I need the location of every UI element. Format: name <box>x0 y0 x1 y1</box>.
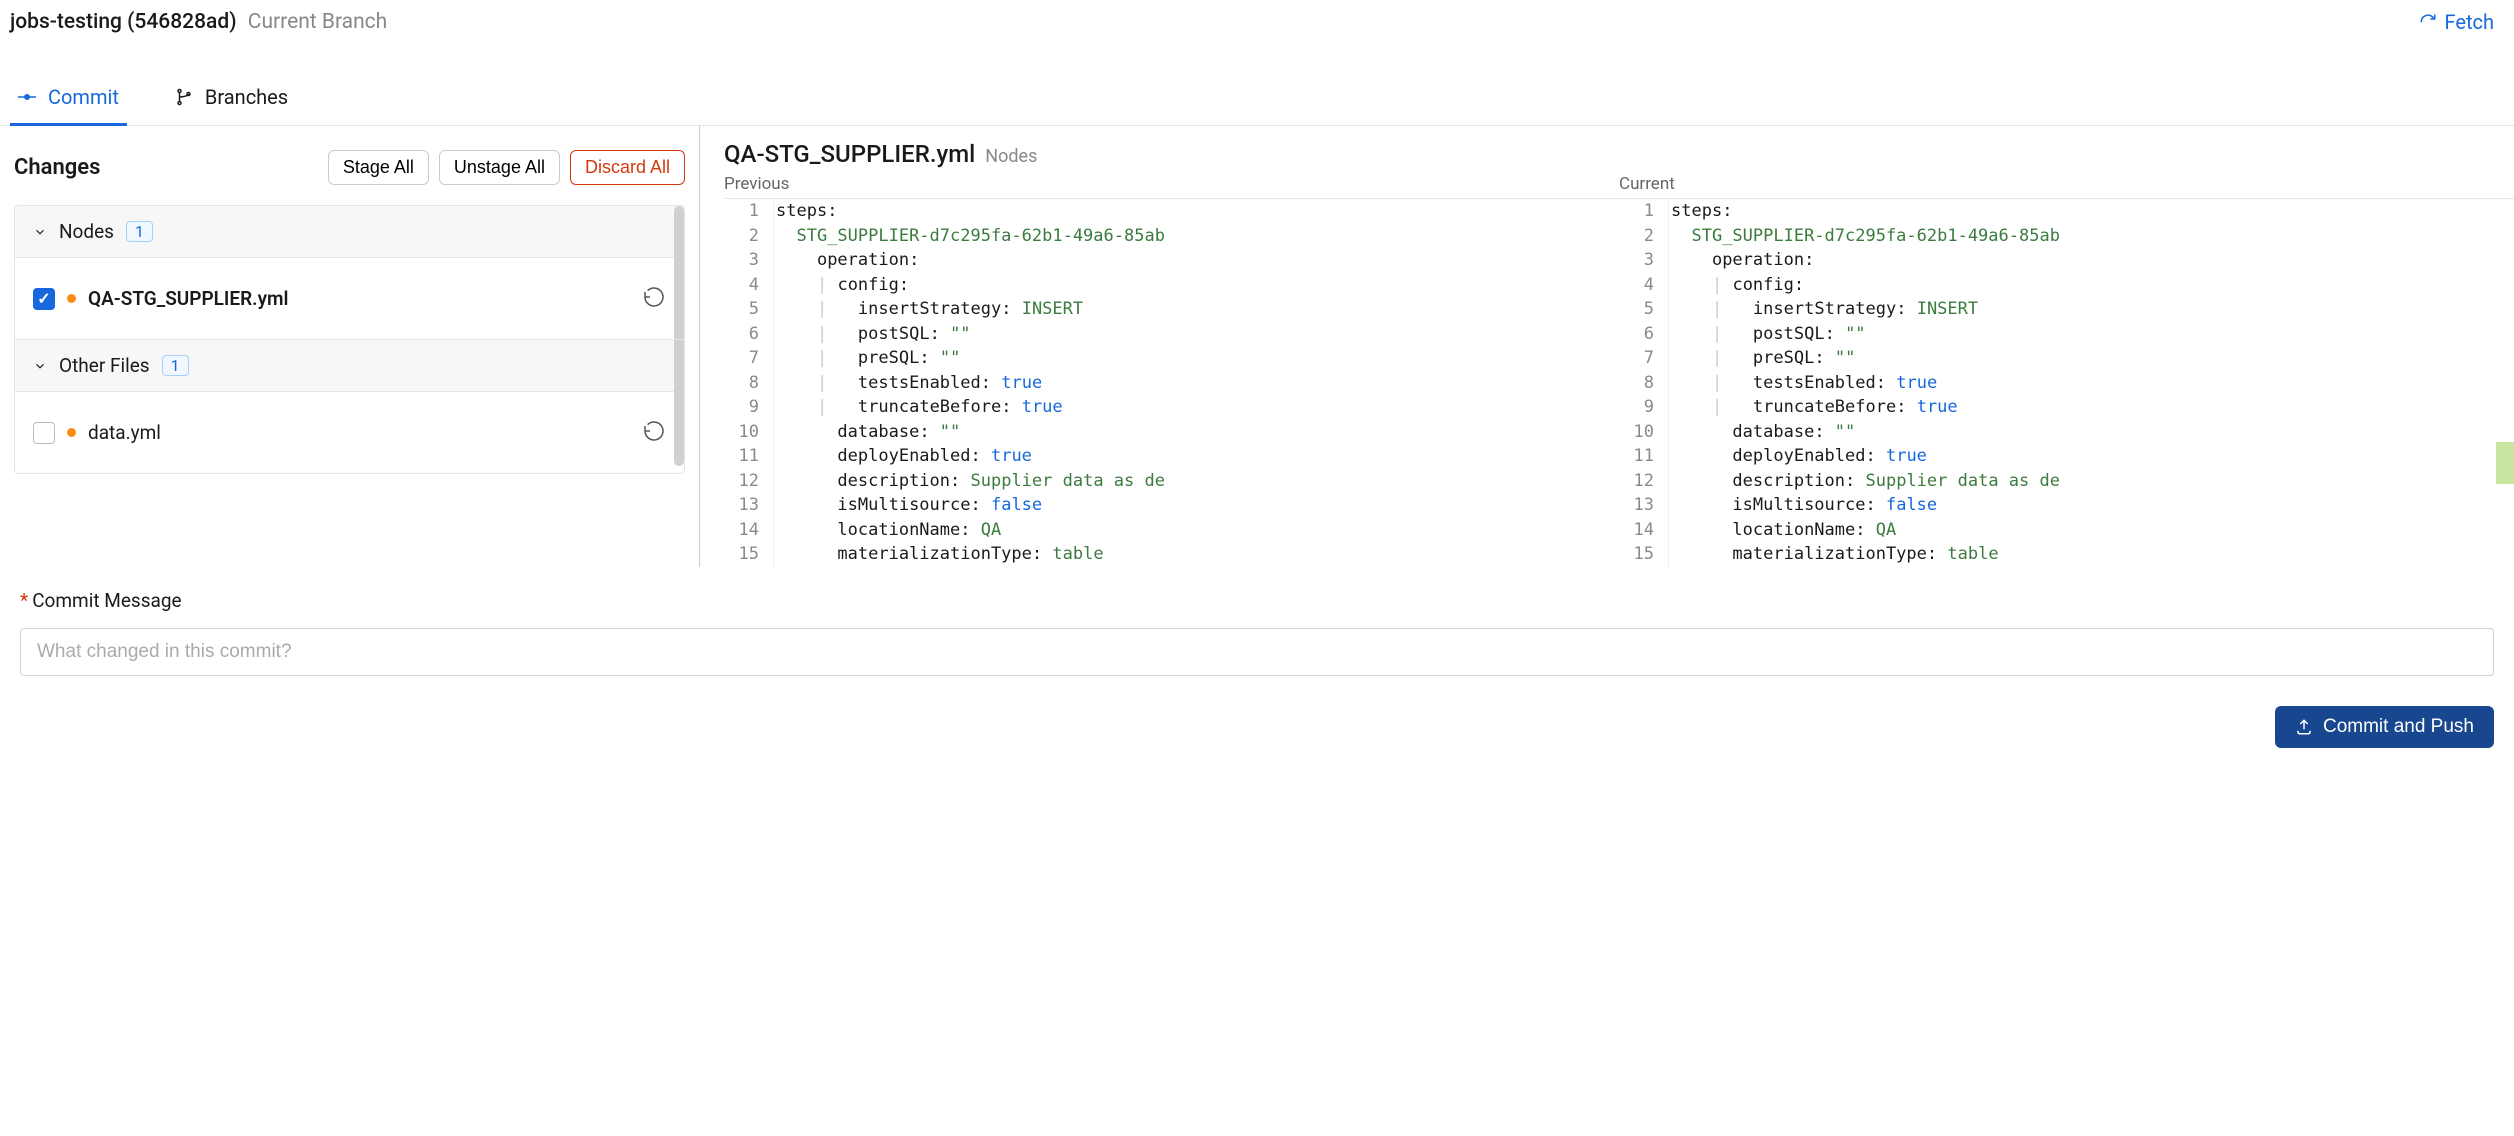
branches-icon <box>175 88 193 106</box>
branch-name: jobs-testing <box>10 10 122 34</box>
tab-branches-label: Branches <box>205 85 288 109</box>
group-other-files-label: Other Files <box>59 354 150 377</box>
branch-hash: (546828ad) <box>127 10 236 34</box>
required-asterisk: * <box>20 589 28 612</box>
group-nodes-label: Nodes <box>59 220 114 243</box>
undo-button[interactable] <box>642 418 666 447</box>
chevron-down-icon <box>33 225 47 239</box>
file-checkbox[interactable] <box>33 288 55 310</box>
code-current: 1steps:2 STG_SUPPLIER-d7c295fa-62b1-49a6… <box>1619 198 2514 567</box>
fetch-button[interactable]: Fetch <box>2419 10 2494 34</box>
discard-all-button[interactable]: Discard All <box>570 150 685 185</box>
commit-icon <box>18 88 36 106</box>
refresh-icon <box>2419 13 2437 31</box>
branch-label: Current Branch <box>248 10 387 34</box>
fetch-label: Fetch <box>2445 10 2494 34</box>
commit-message-input[interactable] <box>20 628 2494 676</box>
file-name: QA-STG_SUPPLIER.yml <box>88 287 630 310</box>
file-row[interactable]: data.yml <box>15 392 684 473</box>
commit-message-label: *Commit Message <box>20 589 2494 612</box>
code-previous: 1steps:2 STG_SUPPLIER-d7c295fa-62b1-49a6… <box>724 198 1619 567</box>
file-checkbox[interactable] <box>33 422 55 444</box>
stage-all-button[interactable]: Stage All <box>328 150 429 185</box>
diff-highlight-bar <box>2496 442 2514 484</box>
group-other-files[interactable]: Other Files 1 <box>15 340 684 392</box>
file-name: data.yml <box>88 421 630 444</box>
branch-info: jobs-testing (546828ad) Current Branch <box>10 10 387 34</box>
previous-label: Previous <box>724 174 1619 198</box>
file-row[interactable]: QA-STG_SUPPLIER.yml <box>15 258 684 340</box>
current-label: Current <box>1619 174 2514 198</box>
undo-icon <box>642 284 666 308</box>
modified-dot-icon <box>67 294 76 303</box>
undo-button[interactable] <box>642 284 666 313</box>
tab-branches[interactable]: Branches <box>167 69 296 125</box>
tab-commit-label: Commit <box>48 85 119 109</box>
unstage-all-button[interactable]: Unstage All <box>439 150 560 185</box>
commit-and-push-button[interactable]: Commit and Push <box>2275 706 2494 748</box>
modified-dot-icon <box>67 428 76 437</box>
changes-title: Changes <box>14 155 100 180</box>
tab-commit[interactable]: Commit <box>10 69 127 125</box>
group-nodes-count: 1 <box>126 221 153 242</box>
undo-icon <box>642 418 666 442</box>
group-nodes[interactable]: Nodes 1 <box>15 206 684 258</box>
diff-filename: QA-STG_SUPPLIER.yml <box>724 140 975 168</box>
upload-icon <box>2295 718 2313 736</box>
commit-and-push-label: Commit and Push <box>2323 716 2474 738</box>
diff-subtitle: Nodes <box>985 146 1037 167</box>
chevron-down-icon <box>33 359 47 373</box>
group-other-files-count: 1 <box>162 355 189 376</box>
